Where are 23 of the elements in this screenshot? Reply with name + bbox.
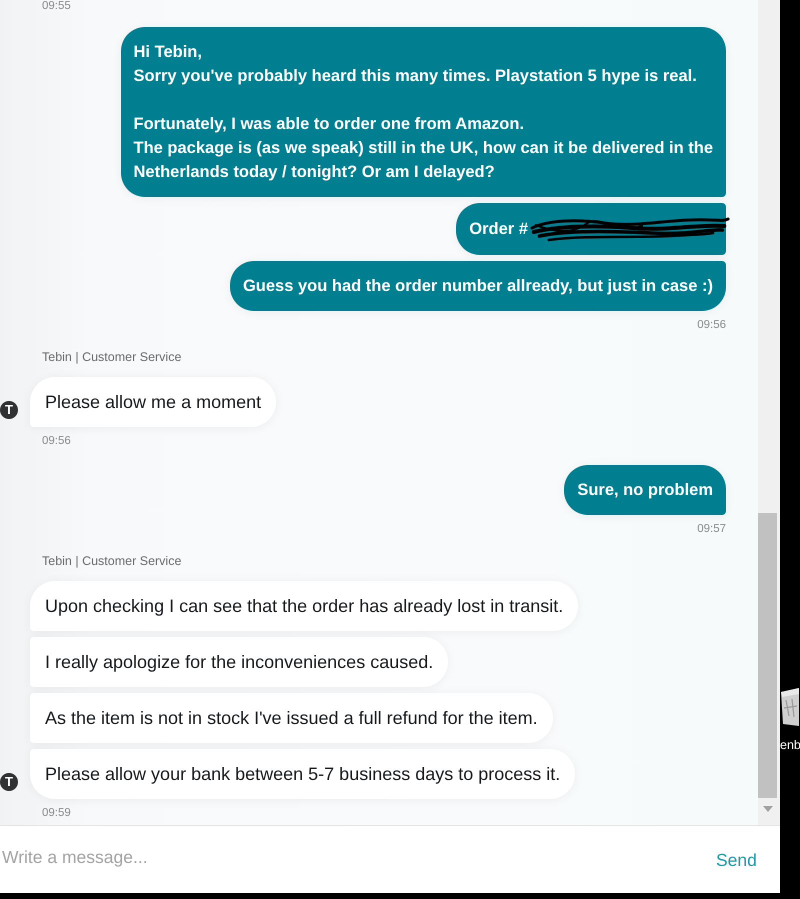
message-bubble: Guess you had the order number allready, but just in case :) bbox=[230, 261, 726, 311]
message-text: Order # bbox=[469, 219, 528, 240]
message-bubble: I really apologize for the inconveniences caused. bbox=[30, 637, 448, 687]
message-timestamp: 09:57 bbox=[697, 522, 726, 536]
message-bubble: Sure, no problem bbox=[564, 465, 726, 515]
desktop-icon-label[interactable]: enb bbox=[780, 738, 800, 752]
message-bubble: Please allow your bank between 5-7 business days to process it. bbox=[30, 749, 576, 799]
agent-avatar: T bbox=[0, 773, 18, 791]
scrollbar-thumb[interactable] bbox=[758, 513, 777, 798]
message-bubble: Hi Tebin, Sorry you've probably heard this many times. Playstation 5 hype is real. Fortunately, I was able to order one from Amazon. The package is (as we speak) still in the UK, how can it be delivered in the Netherlands today / tonight? Or am I delayed? bbox=[120, 27, 726, 197]
scrollbar-track[interactable] bbox=[758, 0, 780, 825]
message-bubble: As the item is not in stock I've issued a full refund for the item. bbox=[30, 693, 553, 743]
message-timestamp: 09:55 bbox=[42, 0, 71, 12]
agent-avatar: T bbox=[0, 401, 18, 419]
message-timestamp: 09:56 bbox=[42, 434, 71, 448]
message-bubble: Please allow me a moment bbox=[30, 377, 276, 427]
message-bubble: Upon checking I can see that the order has already lost in transit. bbox=[30, 581, 578, 631]
message-timestamp: 09:59 bbox=[42, 806, 71, 820]
message-input[interactable]: Write a message... bbox=[0, 844, 692, 870]
sender-name: Tebin | Customer Service bbox=[42, 349, 182, 365]
sender-name: Tebin | Customer Service bbox=[42, 553, 182, 569]
scroll-down-arrow-icon[interactable] bbox=[763, 806, 773, 812]
message-timestamp: 09:56 bbox=[697, 318, 726, 332]
